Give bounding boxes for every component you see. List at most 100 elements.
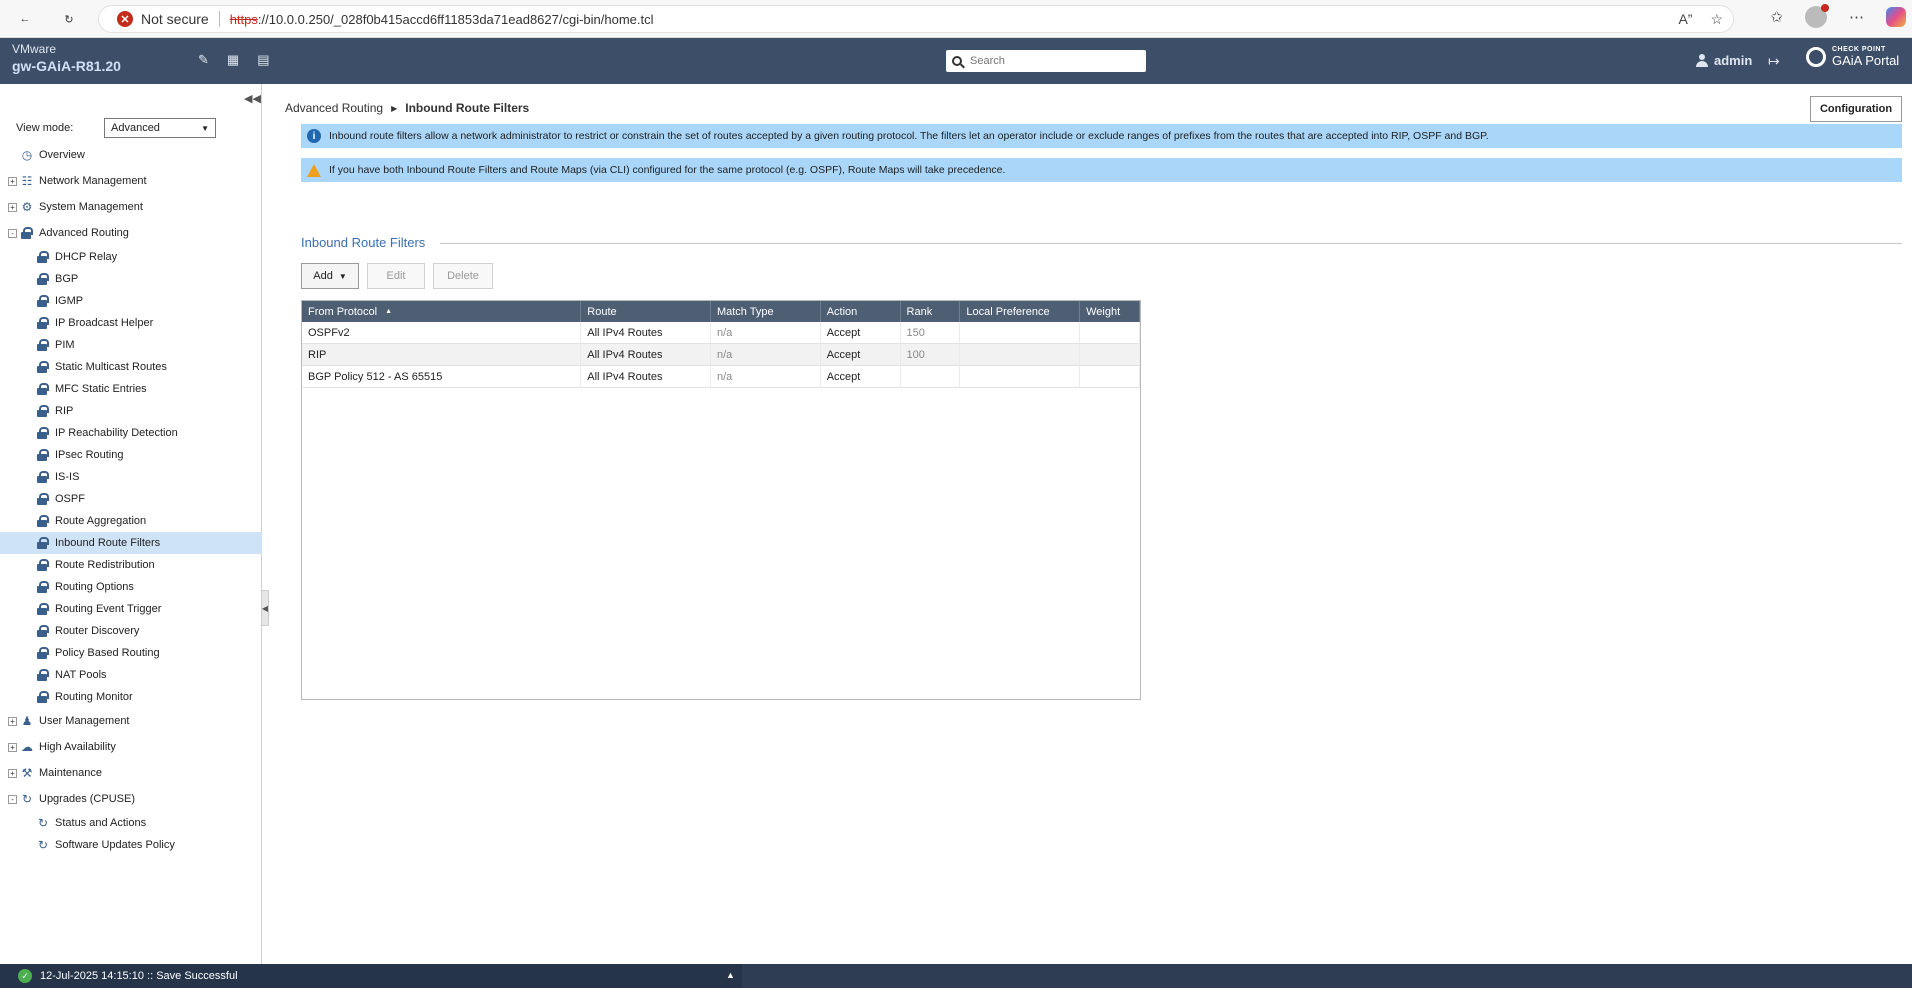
col-rank[interactable]: Rank: [901, 301, 961, 322]
address-bar[interactable]: ✕ Not secure https://10.0.0.250/_028f0b4…: [98, 5, 1734, 33]
sidebar-item-routing-event-trigger[interactable]: Routing Event Trigger: [0, 598, 262, 620]
sidebar-split-handle[interactable]: ◀: [261, 590, 269, 626]
col-action[interactable]: Action: [821, 301, 901, 322]
col-from-protocol[interactable]: From Protocol ▲: [302, 301, 582, 322]
sidebar-item-ip-reachability-detection[interactable]: IP Reachability Detection: [0, 422, 262, 444]
expand-icon[interactable]: +: [8, 742, 17, 752]
table-row[interactable]: OSPFv2 All IPv4 Routes n/a Accept 150: [302, 322, 1140, 344]
copilot-icon[interactable]: [1886, 7, 1906, 27]
breadcrumb-parent[interactable]: Advanced Routing: [285, 101, 383, 115]
sidebar-item-user-management[interactable]: + ♟ User Management: [0, 708, 262, 734]
sidebar-item-nat-pools[interactable]: NAT Pools: [0, 664, 262, 686]
sidebar-item-label: Routing Event Trigger: [55, 603, 162, 615]
add-button[interactable]: Add ▼: [301, 263, 359, 289]
collapse-sidebar-icon[interactable]: ◀◀: [244, 92, 261, 105]
sidebar-item-routing-options[interactable]: Routing Options: [0, 576, 262, 598]
grid-toolbar: Add ▼ Edit Delete: [301, 263, 493, 289]
lock-icon: [36, 338, 50, 352]
sidebar-item-is-is[interactable]: IS-IS: [0, 466, 262, 488]
sidebar-item-status-and-actions[interactable]: ↻ Status and Actions: [0, 812, 262, 834]
sidebar-item-label: PIM: [55, 339, 75, 351]
lock-icon: [36, 558, 50, 572]
sidebar-item-high-availability[interactable]: + ☁ High Availability: [0, 734, 262, 760]
refresh-icon: ↻: [37, 816, 49, 830]
sidebar-item-ipsec-routing[interactable]: IPsec Routing: [0, 444, 262, 466]
configuration-button[interactable]: Configuration: [1810, 96, 1902, 122]
search-input[interactable]: [970, 55, 1130, 67]
sidebar-item-ospf[interactable]: OSPF: [0, 488, 262, 510]
warning-icon: [307, 163, 321, 177]
profile-avatar[interactable]: [1805, 4, 1829, 28]
terminal-icon[interactable]: ▦: [227, 52, 239, 68]
table-row[interactable]: RIP All IPv4 Routes n/a Accept 100: [302, 344, 1140, 366]
lock-icon: [36, 448, 50, 462]
favorites-icon[interactable]: ✩: [1770, 8, 1783, 26]
sidebar-item-mfc-static-entries[interactable]: MFC Static Entries: [0, 378, 262, 400]
col-local-preference[interactable]: Local Preference: [960, 301, 1081, 322]
col-route[interactable]: Route: [581, 301, 711, 322]
sidebar-item-inbound-route-filters[interactable]: Inbound Route Filters: [0, 532, 262, 554]
warning-banner: If you have both Inbound Route Filters a…: [301, 158, 1902, 182]
expand-icon[interactable]: +: [8, 176, 17, 186]
wrench-tool-icon[interactable]: ✎: [198, 52, 209, 68]
collapse-icon[interactable]: -: [8, 794, 17, 804]
sidebar-item-advanced-routing[interactable]: - Advanced Routing: [0, 220, 262, 246]
table-body: OSPFv2 All IPv4 Routes n/a Accept 150 RIP All …: [302, 322, 1140, 388]
sidebar-item-label: Status and Actions: [55, 817, 147, 829]
sidebar-item-label: Router Discovery: [55, 625, 140, 637]
reload-icon[interactable]: ↻: [58, 8, 80, 30]
logout-icon[interactable]: ↦: [1768, 53, 1780, 70]
sidebar-item-router-discovery[interactable]: Router Discovery: [0, 620, 262, 642]
sidebar-item-rip[interactable]: RIP: [0, 400, 262, 422]
lock-icon: [36, 426, 50, 440]
sidebar-item-static-multicast-routes[interactable]: Static Multicast Routes: [0, 356, 262, 378]
read-aloud-icon[interactable]: A”: [1678, 11, 1692, 28]
document-icon[interactable]: ▤: [257, 52, 269, 68]
sidebar-item-pim[interactable]: PIM: [0, 334, 262, 356]
sidebar-item-software-updates-policy[interactable]: ↻ Software Updates Policy: [0, 834, 262, 856]
col-match-type[interactable]: Match Type: [711, 301, 821, 322]
back-icon[interactable]: ←: [14, 8, 36, 30]
collapse-icon[interactable]: -: [8, 228, 17, 238]
cell-weight: [1080, 366, 1140, 387]
lock-icon: [36, 514, 50, 528]
sidebar-item-maintenance[interactable]: + ⚒ Maintenance: [0, 760, 262, 786]
search-box[interactable]: [946, 50, 1146, 72]
sidebar-item-overview[interactable]: ◷ Overview: [0, 142, 262, 168]
cell-protocol: OSPFv2: [302, 322, 582, 343]
expand-status-icon[interactable]: ▲: [726, 970, 735, 980]
lock-icon: [36, 624, 50, 638]
sidebar-item-dhcp-relay[interactable]: DHCP Relay: [0, 246, 262, 268]
sidebar-item-igmp[interactable]: IGMP: [0, 290, 262, 312]
edit-button[interactable]: Edit: [367, 263, 425, 289]
chevron-down-icon: ▼: [201, 123, 209, 133]
table-row[interactable]: BGP Policy 512 - AS 65515 All IPv4 Routes…: [302, 366, 1140, 388]
delete-button[interactable]: Delete: [433, 263, 493, 289]
sidebar-item-ip-broadcast-helper[interactable]: IP Broadcast Helper: [0, 312, 262, 334]
sidebar-item-policy-based-routing[interactable]: Policy Based Routing: [0, 642, 262, 664]
lock-icon: [36, 492, 50, 506]
sidebar-item-route-redistribution[interactable]: Route Redistribution: [0, 554, 262, 576]
url-text[interactable]: https://10.0.0.250/_028f0b415accd6ff1185…: [230, 12, 654, 27]
cell-localpref: [960, 322, 1081, 343]
sidebar-item-route-aggregation[interactable]: Route Aggregation: [0, 510, 262, 532]
username: admin: [1714, 53, 1753, 68]
col-weight[interactable]: Weight: [1080, 301, 1140, 322]
sidebar-item-upgrades-cpuse[interactable]: - ↻ Upgrades (CPUSE): [0, 786, 262, 812]
user-menu[interactable]: admin: [1696, 53, 1752, 68]
logo-big-text: GAiA Portal: [1832, 53, 1900, 68]
expand-icon[interactable]: +: [8, 202, 17, 212]
sidebar-item-label: Static Multicast Routes: [55, 361, 167, 373]
breadcrumb: Advanced Routing ▶ Inbound Route Filters: [285, 101, 529, 115]
add-button-label: Add: [313, 270, 333, 282]
expand-icon[interactable]: +: [8, 768, 17, 778]
sidebar-item-bgp[interactable]: BGP: [0, 268, 262, 290]
sidebar-item-routing-monitor[interactable]: Routing Monitor: [0, 686, 262, 708]
favorite-star-icon[interactable]: ☆: [1710, 11, 1723, 28]
sidebar-item-system-management[interactable]: + ⚙ System Management: [0, 194, 262, 220]
not-secure-label[interactable]: Not secure: [141, 11, 209, 27]
expand-icon[interactable]: +: [8, 716, 17, 726]
more-options-icon[interactable]: ⋯: [1849, 8, 1864, 26]
sidebar-item-network-management[interactable]: + ☷ Network Management: [0, 168, 262, 194]
view-mode-select[interactable]: Advanced ▼: [104, 118, 216, 138]
